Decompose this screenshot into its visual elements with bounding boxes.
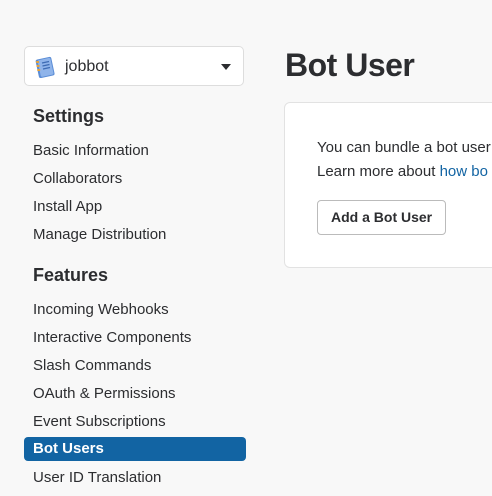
caret-down-icon (221, 64, 231, 70)
sidebar-item-interactive-components[interactable]: Interactive Components (24, 326, 246, 350)
card-description-line1: You can bundle a bot user (317, 139, 491, 156)
learn-more-prefix: Learn more about (317, 163, 440, 180)
card-description-line2: Learn more about how bo (317, 160, 491, 184)
sidebar-item-install-app[interactable]: Install App (24, 195, 246, 219)
app-switcher-dropdown[interactable]: jobbot (24, 46, 244, 86)
app-settings-page: jobbot Settings Basic Information Collab… (0, 0, 492, 496)
sidebar-item-collaborators[interactable]: Collaborators (24, 167, 246, 191)
sidebar-item-incoming-webhooks[interactable]: Incoming Webhooks (24, 298, 246, 322)
card-description: You can bundle a bot user Learn more abo… (317, 136, 491, 184)
sidebar-item-slash-commands[interactable]: Slash Commands (24, 354, 246, 378)
sidebar-item-bot-users[interactable]: Bot Users (24, 437, 246, 461)
app-notebook-icon (35, 56, 55, 78)
sidebar-item-basic-information[interactable]: Basic Information (24, 139, 246, 163)
sidebar-item-manage-distribution[interactable]: Manage Distribution (24, 223, 246, 247)
sidebar-item-oauth-permissions[interactable]: OAuth & Permissions (24, 382, 246, 406)
page-title: Bot User (285, 47, 415, 83)
sidebar-item-user-id-translation[interactable]: User ID Translation (24, 466, 246, 490)
settings-section-title: Settings (33, 106, 105, 126)
add-bot-user-button[interactable]: Add a Bot User (317, 200, 447, 235)
app-name: jobbot (65, 58, 109, 75)
sidebar-item-event-subscriptions[interactable]: Event Subscriptions (24, 410, 246, 434)
bot-user-card: You can bundle a bot user Learn more abo… (284, 102, 492, 268)
learn-more-link[interactable]: how bo (440, 163, 488, 180)
features-section-title: Features (33, 265, 109, 285)
